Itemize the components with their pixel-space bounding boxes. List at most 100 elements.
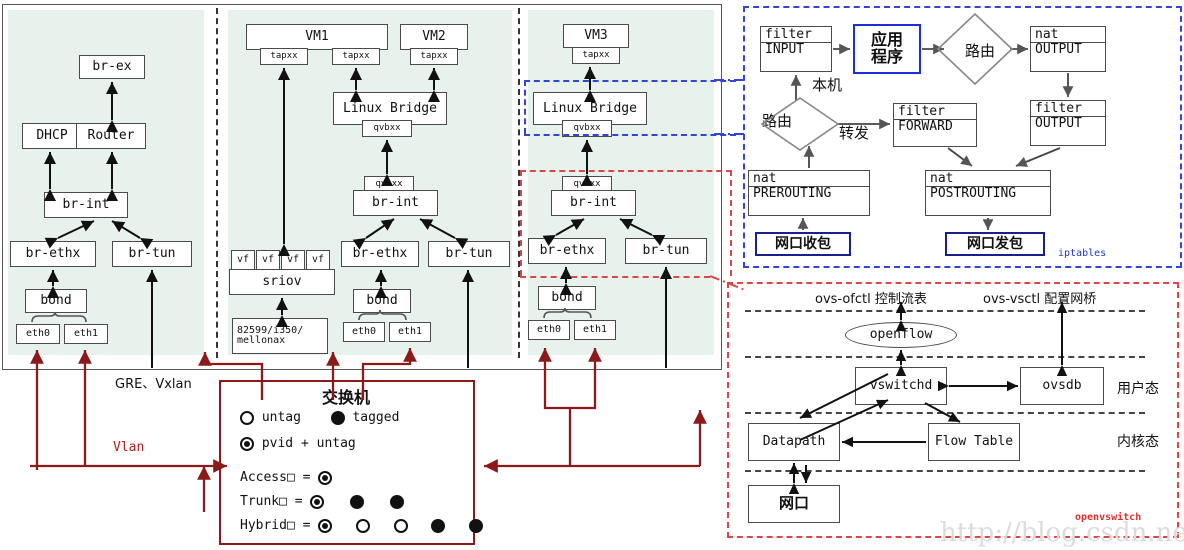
node-label: eth0 [25, 327, 51, 339]
hybrid-untag-icon-1 [355, 518, 370, 533]
label-route-bottom: 路由 [762, 112, 793, 130]
node-vm1[interactable]: VM1 [246, 24, 388, 50]
node-label: br-ex [92, 59, 132, 75]
node-vswitchd[interactable]: vswitchd [855, 367, 947, 405]
ovs-boundary-top [745, 310, 1145, 312]
node-br-tun-p2[interactable]: br-tun [428, 241, 510, 267]
node-vm3[interactable]: VM3 [563, 24, 629, 48]
node-nat-output[interactable]: nat OUTPUT [1030, 26, 1106, 72]
access-label: Access□ = [240, 470, 311, 485]
node-sriov[interactable]: sriov [229, 269, 335, 295]
node-label: Linux Bridge [343, 100, 437, 116]
trunk-pvid-icon [310, 494, 325, 509]
pvid-untag-label: pvid + untag [261, 436, 356, 451]
node-eth1-p3[interactable]: eth1 [574, 320, 616, 340]
node-filter-input[interactable]: filter INPUT [760, 26, 832, 72]
label-forward: 转发 [839, 124, 870, 142]
chain-name: POSTROUTING [930, 185, 1017, 201]
node-label: bond [551, 290, 583, 306]
node-qvbxx-p2[interactable]: qvbxx [362, 120, 412, 137]
node-label: qvoxx [375, 178, 403, 189]
untag-label: untag [261, 410, 301, 425]
node-bond-p1[interactable]: bond [25, 289, 87, 313]
chain-name: PREROUTING [753, 185, 832, 201]
node-tapxx-vm1-b[interactable]: tapxx [332, 48, 380, 65]
ovs-boundary-mid [745, 356, 1145, 358]
node-label: tapxx [342, 50, 370, 61]
node-label: vf [236, 253, 250, 265]
node-br-int-p2[interactable]: br-int [353, 190, 438, 216]
node-label: qvbxx [373, 122, 401, 133]
node-label: VM1 [305, 29, 329, 45]
node-openflow[interactable]: openflow [845, 322, 957, 348]
node-vf-3[interactable]: vf [281, 250, 305, 270]
node-tapxx-vm2[interactable]: tapxx [410, 48, 458, 65]
node-label: Datapath [762, 434, 826, 450]
untag-circle-icon [240, 410, 254, 425]
node-bond-p2[interactable]: bond [353, 289, 411, 313]
tagged-circle-icon [330, 410, 345, 425]
node-label: sriov [262, 274, 302, 290]
node-tapxx-vm3[interactable]: tapxx [572, 47, 620, 64]
node-nat-prerouting[interactable]: nat PREROUTING [748, 170, 870, 216]
node-label: Router [87, 128, 135, 144]
node-label: VM2 [422, 29, 446, 45]
node-label: Linux Bridge [543, 100, 637, 116]
node-label: eth0 [351, 325, 377, 337]
node-nic-82599[interactable]: 82599/i350/ mellonax [232, 318, 328, 354]
node-packet-rx[interactable]: 网口收包 [755, 232, 851, 256]
chain-table: filter [1031, 102, 1105, 117]
chain-name: OUTPUT [1035, 41, 1082, 57]
node-br-tun-p1[interactable]: br-tun [112, 241, 192, 267]
label-local: 本机 [812, 76, 843, 94]
label-kernelspace: 内核态 [1117, 434, 1159, 450]
node-app[interactable]: 应用 程序 [853, 24, 921, 74]
node-filter-forward[interactable]: filter FORWARD [893, 103, 977, 147]
node-label: br-tun [445, 246, 493, 262]
node-eth1-p2[interactable]: eth1 [389, 322, 431, 342]
node-router[interactable]: Router [76, 123, 146, 149]
node-vf-4[interactable]: vf [306, 250, 330, 270]
ovs-boundary-user-kernel [745, 412, 1145, 414]
node-flow-table[interactable]: Flow Table [928, 423, 1020, 461]
node-br-tun-p3[interactable]: br-tun [625, 238, 707, 264]
label-ovs-vsctl: ovs-vsctl 配置网桥 [983, 292, 1097, 307]
node-eth1-p1[interactable]: eth1 [64, 324, 108, 344]
node-br-ethx-p1[interactable]: br-ethx [10, 241, 96, 267]
legend-hybrid-row: Hybrid□ = [240, 518, 483, 533]
blue-frame-left [524, 80, 526, 134]
label-route-top: 路由 [965, 42, 996, 60]
node-br-ethx-p3[interactable]: br-ethx [528, 238, 606, 264]
node-label: bond [40, 293, 72, 309]
node-label: br-int [570, 195, 617, 211]
node-eth0-p1[interactable]: eth0 [16, 324, 60, 344]
chain-table: filter [894, 105, 976, 120]
node-datapath[interactable]: Datapath [748, 423, 840, 461]
node-vf-1[interactable]: vf [231, 250, 255, 270]
node-label: br-ethx [539, 243, 595, 259]
node-filter-output[interactable]: filter OUTPUT [1030, 100, 1106, 146]
node-br-ethx-p2[interactable]: br-ethx [341, 241, 419, 267]
chain-table: nat [1031, 28, 1105, 43]
legend-access-row: Access□ = [240, 470, 333, 485]
node-vf-2[interactable]: vf [256, 250, 280, 270]
node-tapxx-vm1-a[interactable]: tapxx [260, 48, 308, 65]
access-pvid-icon [318, 470, 333, 485]
node-vm2[interactable]: VM2 [400, 24, 468, 50]
node-packet-tx[interactable]: 网口发包 [945, 232, 1045, 256]
diagram-canvas: br-ex DHCP Router br-int br-ethx br-tun … [0, 0, 1184, 550]
node-bond-p3[interactable]: bond [538, 286, 596, 310]
legend-untag-row: untag tagged [240, 410, 399, 425]
node-dhcp[interactable]: DHCP [22, 123, 82, 149]
node-nat-postrouting[interactable]: nat POSTROUTING [925, 170, 1051, 216]
node-eth0-p2[interactable]: eth0 [343, 322, 385, 342]
node-eth0-p3[interactable]: eth0 [528, 320, 570, 340]
node-ovsdb[interactable]: ovsdb [1020, 367, 1104, 405]
legend-pvid-row: pvid + untag [240, 436, 356, 451]
blue-frame-bottom [524, 134, 736, 136]
node-br-int-p1[interactable]: br-int [44, 192, 128, 218]
node-br-int-p3[interactable]: br-int [551, 190, 636, 216]
node-label: tapxx [420, 50, 448, 61]
node-netport[interactable]: 网口 [748, 485, 840, 523]
node-br-ex[interactable]: br-ex [79, 55, 145, 79]
